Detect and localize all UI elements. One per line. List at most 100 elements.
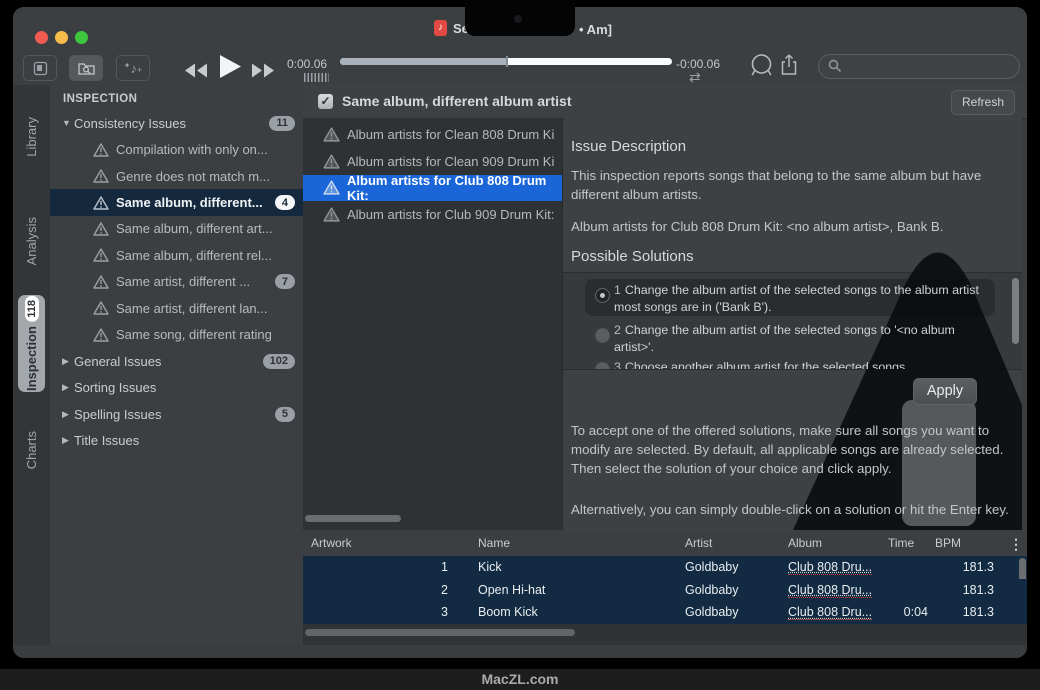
song-row-open-hihat[interactable]: 2 Open Hi-hat Goldbaby Club 808 Dru... 1… <box>303 579 1027 602</box>
solution-1-radio[interactable] <box>595 288 610 303</box>
table-options-icon[interactable]: ⋮ <box>1009 536 1023 553</box>
count-badge: 7 <box>275 274 295 289</box>
count-badge: 11 <box>269 116 295 131</box>
disclosure-closed-icon[interactable]: ▶ <box>62 435 74 446</box>
col-artwork[interactable]: Artwork <box>311 536 352 550</box>
warning-icon <box>323 207 340 222</box>
song-album: Club 808 Dru... <box>788 605 872 619</box>
sidebar-item-compilation[interactable]: Compilation with only on... <box>50 136 303 162</box>
sidebar-group-general-issues[interactable]: ▶ General Issues 102 <box>50 348 303 374</box>
song-row-kick[interactable]: 1 Kick Goldbaby Club 808 Dru... 181.3 <box>303 556 1027 579</box>
description-detail: Album artists for Club 808 Drum Kit: <no… <box>571 217 1019 236</box>
disclosure-closed-icon[interactable]: ▶ <box>62 382 74 393</box>
song-bpm: 181.3 <box>933 605 994 619</box>
sidebar-item-label: Same album, different rel... <box>116 248 272 263</box>
solution-3[interactable]: 3Choose another album artist for the sel… <box>614 359 998 370</box>
issue-item-club-909[interactable]: Album artists for Club 909 Drum Kit: <box>303 201 562 228</box>
minimize-window-button[interactable] <box>55 31 68 44</box>
song-index: 3 <box>398 605 448 619</box>
issue-item-clean-808[interactable]: Album artists for Clean 808 Drum Ki <box>303 121 562 148</box>
issue-enabled-checkbox[interactable]: ✓ <box>318 94 333 109</box>
rewind-button[interactable] <box>183 62 208 84</box>
solution-number: 1 <box>614 283 621 297</box>
col-artist[interactable]: Artist <box>685 536 712 550</box>
tab-library-label: Library <box>24 117 39 157</box>
tab-inspection[interactable]: 118 Inspection <box>18 295 45 392</box>
browse-library-button[interactable] <box>69 55 103 81</box>
disclosure-closed-icon[interactable]: ▶ <box>62 356 74 367</box>
camera-dot <box>514 15 522 23</box>
sidebar-item-same-artist-diff-lang[interactable]: Same artist, different lan... <box>50 295 303 321</box>
search-icon <box>828 59 842 73</box>
sidebar-header: INSPECTION <box>63 93 137 105</box>
song-name: Boom Kick <box>478 605 538 619</box>
solutions-scrollbar[interactable] <box>1012 278 1019 344</box>
disclosure-open-icon[interactable]: ▼ <box>62 118 74 128</box>
solution-3-radio[interactable] <box>595 362 610 370</box>
search-input[interactable] <box>847 56 1011 77</box>
share-button[interactable] <box>779 52 799 82</box>
warning-icon <box>93 301 109 315</box>
tab-charts[interactable]: Charts <box>13 417 50 483</box>
issue-item-club-808[interactable]: Album artists for Club 808 Drum Kit: <box>303 175 562 202</box>
show-editor-button[interactable] <box>23 55 57 81</box>
fast-forward-button[interactable] <box>251 62 276 84</box>
sidebar-group-sorting-issues[interactable]: ▶ Sorting Issues <box>50 374 303 400</box>
song-time: 0:04 <box>863 605 928 619</box>
zoom-window-button[interactable] <box>75 31 88 44</box>
song-bpm: 181.3 <box>933 560 994 574</box>
issue-list-hscrollbar[interactable] <box>305 515 401 522</box>
col-time[interactable]: Time <box>888 536 914 550</box>
playhead-marker[interactable] <box>506 56 508 67</box>
apply-button[interactable]: Apply <box>913 378 977 405</box>
song-index: 2 <box>398 583 448 597</box>
count-badge: 4 <box>275 195 295 210</box>
solution-1[interactable]: 1Change the album artist of the selected… <box>614 282 998 315</box>
sidebar-item-same-album-diff-release[interactable]: Same album, different rel... <box>50 242 303 268</box>
table-hscrollbar[interactable] <box>305 629 575 636</box>
sidebar-item-same-album-diff-artist[interactable]: Same album, different... 4 <box>50 189 303 215</box>
sidebar-group-consistency-issues[interactable]: ▼ Consistency Issues 11 <box>50 110 303 136</box>
disclosure-closed-icon[interactable]: ▶ <box>62 409 74 420</box>
solutions-list: 1Change the album artist of the selected… <box>563 272 1022 370</box>
sidebar-item-genre-mismatch[interactable]: Genre does not match m... <box>50 163 303 189</box>
sidebar-item-same-album-diff-art[interactable]: Same album, different art... <box>50 216 303 242</box>
sidebar-group-label: General Issues <box>74 354 161 369</box>
refresh-button[interactable]: Refresh <box>951 90 1015 115</box>
sidebar-group-spelling-issues[interactable]: ▶ Spelling Issues 5 <box>50 401 303 427</box>
new-track-button[interactable]: ✦♪+ <box>116 55 150 81</box>
solution-2[interactable]: 2Change the album artist of the selected… <box>614 322 998 355</box>
col-bpm[interactable]: BPM <box>935 536 961 550</box>
song-row-boom-kick[interactable]: 3 Boom Kick Goldbaby Club 808 Dru... 0:0… <box>303 601 1027 624</box>
song-artist: Goldbaby <box>685 560 739 574</box>
issue-list: Album artists for Clean 808 Drum Ki Albu… <box>303 118 563 530</box>
sidebar-item-same-song-diff-rating[interactable]: Same song, different rating <box>50 322 303 348</box>
col-album[interactable]: Album <box>788 536 822 550</box>
tab-library[interactable]: Library <box>13 102 50 172</box>
sidebar-item-same-artist-diff[interactable]: Same artist, different ... 7 <box>50 269 303 295</box>
repeat-icon[interactable]: ⇄ <box>689 70 701 84</box>
waveform-ticks <box>304 73 329 82</box>
footer-watermark: MacZL.com <box>0 669 1040 690</box>
play-button[interactable] <box>216 53 243 85</box>
close-window-button[interactable] <box>35 31 48 44</box>
issue-item-label: Album artists for Clean 808 Drum Ki <box>347 127 554 142</box>
issue-item-clean-909[interactable]: Album artists for Clean 909 Drum Ki <box>303 148 562 175</box>
col-name[interactable]: Name <box>478 536 510 550</box>
songs-table-rows: 1 Kick Goldbaby Club 808 Dru... 181.3 2 … <box>303 556 1027 624</box>
sidebar-group-title-issues[interactable]: ▶ Title Issues <box>50 427 303 453</box>
search-field[interactable] <box>818 54 1020 79</box>
solution-2-radio[interactable] <box>595 328 610 343</box>
warning-icon <box>323 180 340 195</box>
sidebar-item-label: Same album, different art... <box>116 221 273 236</box>
tab-analysis[interactable]: Analysis <box>13 205 50 277</box>
window-title-right: • Am] <box>579 22 612 37</box>
toolbar: ✦♪+ 0:00.06 <box>13 44 1027 86</box>
tab-analysis-label: Analysis <box>24 217 39 265</box>
sidebar-rows: ▼ Consistency Issues 11 Compilation with… <box>50 110 303 454</box>
count-badge: 102 <box>263 354 295 369</box>
song-album: Club 808 Dru... <box>788 560 872 574</box>
preview-listen-button[interactable] <box>748 52 775 84</box>
rewind-icon <box>183 62 208 79</box>
playback-progress-bar[interactable] <box>340 58 672 65</box>
